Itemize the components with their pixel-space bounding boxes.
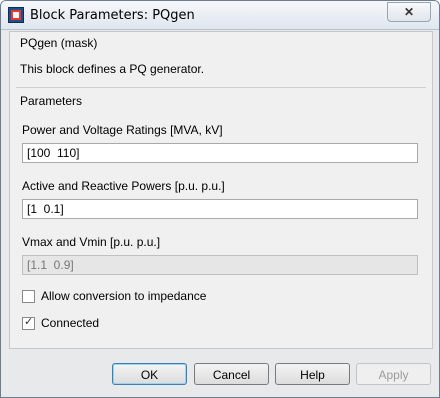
vmax-vmin-label: Vmax and Vmin [p.u. p.u.] xyxy=(22,235,161,249)
mask-header: PQgen (mask) xyxy=(20,36,98,50)
section-divider xyxy=(16,87,426,88)
title-bar[interactable]: Block Parameters: PQgen ✕ xyxy=(1,1,439,30)
close-icon: ✕ xyxy=(403,5,415,19)
dialog-content: PQgen (mask) This block defines a PQ gen… xyxy=(9,31,433,349)
window-title: Block Parameters: PQgen xyxy=(30,8,195,23)
active-reactive-input[interactable] xyxy=(22,199,418,219)
close-button[interactable]: ✕ xyxy=(387,2,431,22)
help-button[interactable]: Help xyxy=(275,363,350,385)
allow-conversion-label: Allow conversion to impedance xyxy=(41,289,207,303)
ok-button[interactable]: OK xyxy=(112,363,187,385)
power-voltage-label: Power and Voltage Ratings [MVA, kV] xyxy=(22,123,223,137)
dialog-window: Block Parameters: PQgen ✕ PQgen (mask) T… xyxy=(0,0,440,398)
connected-row[interactable]: Connected xyxy=(22,315,99,331)
cancel-button[interactable]: Cancel xyxy=(194,363,269,385)
allow-conversion-checkbox[interactable] xyxy=(22,289,35,303)
simulink-block-icon xyxy=(8,7,24,23)
power-voltage-input[interactable] xyxy=(22,143,418,163)
connected-label: Connected xyxy=(41,316,100,330)
active-reactive-label: Active and Reactive Powers [p.u. p.u.] xyxy=(22,179,225,193)
parameters-header: Parameters xyxy=(20,94,83,108)
allow-conversion-row[interactable]: Allow conversion to impedance xyxy=(22,288,206,304)
button-row: OK Cancel Help Apply xyxy=(1,353,439,397)
connected-checkbox[interactable] xyxy=(22,315,35,330)
apply-button: Apply xyxy=(356,363,431,385)
mask-description: This block defines a PQ generator. xyxy=(20,62,205,76)
vmax-vmin-input xyxy=(22,255,418,275)
